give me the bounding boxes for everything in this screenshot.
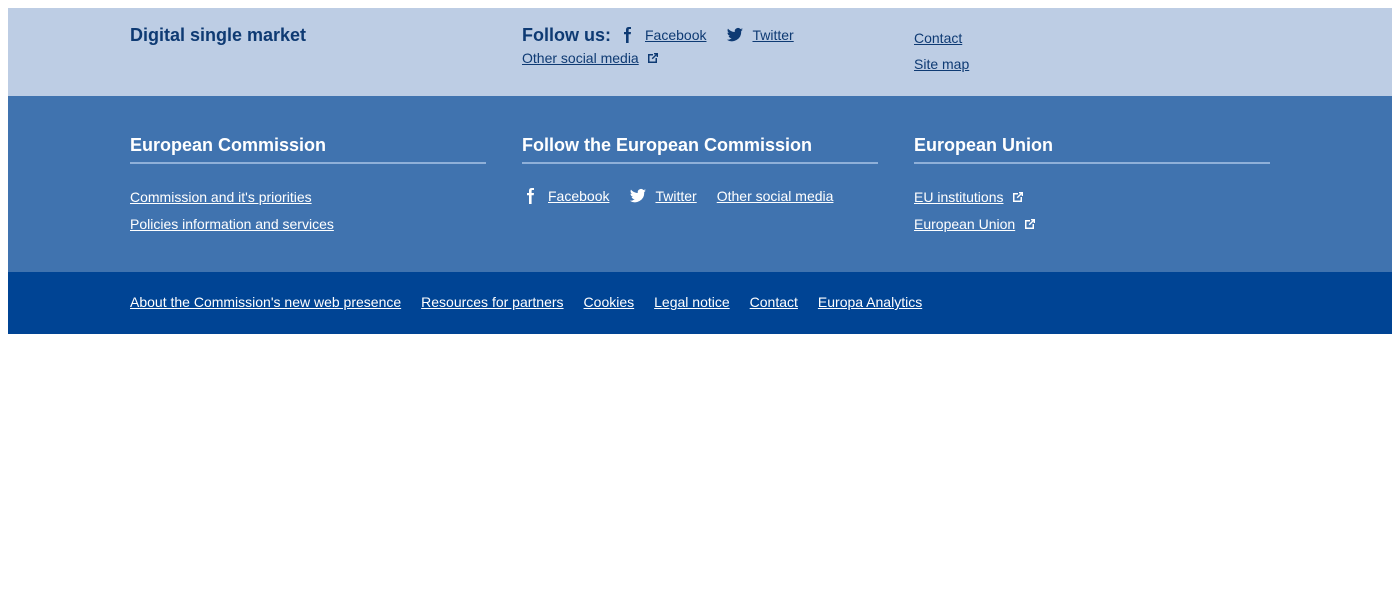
site-title-column: Digital single market	[130, 24, 306, 46]
twitter-icon	[629, 188, 647, 204]
site-other-social-link[interactable]: Other social media	[522, 50, 639, 66]
commission-priorities-link[interactable]: Commission and it's priorities	[130, 189, 312, 205]
page-footer: Digital single market Follow us: Faceboo…	[8, 8, 1392, 334]
site-twitter-link-group: Twitter	[726, 27, 794, 43]
corporate-footer-band: European Commission Commission and it's …	[8, 96, 1392, 272]
site-facebook-link-group: Facebook	[619, 27, 706, 43]
site-contact-link[interactable]: Contact	[914, 25, 969, 51]
site-footer-band: Digital single market Follow us: Faceboo…	[8, 8, 1392, 96]
legal-links: About the Commission's new web presence …	[130, 292, 942, 312]
site-other-social-row: Other social media	[522, 50, 814, 68]
about-web-presence-link[interactable]: About the Commission's new web presence	[130, 292, 401, 312]
site-title: Digital single market	[130, 25, 307, 45]
follow-us-row: Follow us: Facebook Twitter	[522, 24, 814, 46]
follow-commission-column: Follow the European Commission Facebook …	[522, 134, 878, 204]
site-twitter-link[interactable]: Twitter	[752, 27, 793, 43]
cookies-link[interactable]: Cookies	[584, 292, 635, 312]
follow-commission-heading: Follow the European Commission	[522, 134, 878, 164]
legal-footer-band: About the Commission's new web presence …	[8, 272, 1392, 334]
commission-other-social-group: Other social media	[717, 188, 834, 204]
policies-information-link[interactable]: Policies information and services	[130, 216, 334, 232]
bottom-contact-link[interactable]: Contact	[750, 292, 798, 312]
follow-us-label: Follow us:	[522, 25, 611, 45]
commission-facebook-group: Facebook	[522, 188, 609, 204]
europa-analytics-link[interactable]: Europa Analytics	[818, 292, 922, 312]
european-union-link[interactable]: European Union	[914, 216, 1015, 232]
site-links-column: Contact Site map	[914, 25, 969, 77]
commission-links: Commission and it's priorities Policies …	[130, 184, 486, 238]
eu-institutions-link[interactable]: EU institutions	[914, 189, 1003, 205]
site-follow-column: Follow us: Facebook Twitter Other social…	[522, 24, 814, 68]
commission-heading: European Commission	[130, 134, 486, 164]
european-union-heading: European Union	[914, 134, 1270, 164]
external-link-icon	[647, 51, 659, 63]
facebook-icon	[522, 188, 540, 204]
commission-twitter-group: Twitter	[629, 188, 697, 204]
legal-notice-link[interactable]: Legal notice	[654, 292, 730, 312]
commission-other-social-link[interactable]: Other social media	[717, 188, 834, 204]
european-union-links: EU institutions European Union	[914, 184, 1270, 238]
external-link-icon	[1012, 186, 1024, 202]
site-facebook-link[interactable]: Facebook	[645, 27, 706, 43]
twitter-icon	[726, 27, 744, 43]
resources-partners-link[interactable]: Resources for partners	[421, 292, 563, 312]
european-union-column: European Union EU institutions European …	[914, 134, 1270, 238]
site-map-link[interactable]: Site map	[914, 51, 969, 77]
commission-column: European Commission Commission and it's …	[130, 134, 486, 238]
commission-social-links: Facebook Twitter Other social media	[522, 188, 878, 204]
commission-twitter-link[interactable]: Twitter	[655, 188, 696, 204]
external-link-icon	[1024, 213, 1036, 229]
commission-facebook-link[interactable]: Facebook	[548, 188, 609, 204]
facebook-icon	[619, 27, 637, 43]
